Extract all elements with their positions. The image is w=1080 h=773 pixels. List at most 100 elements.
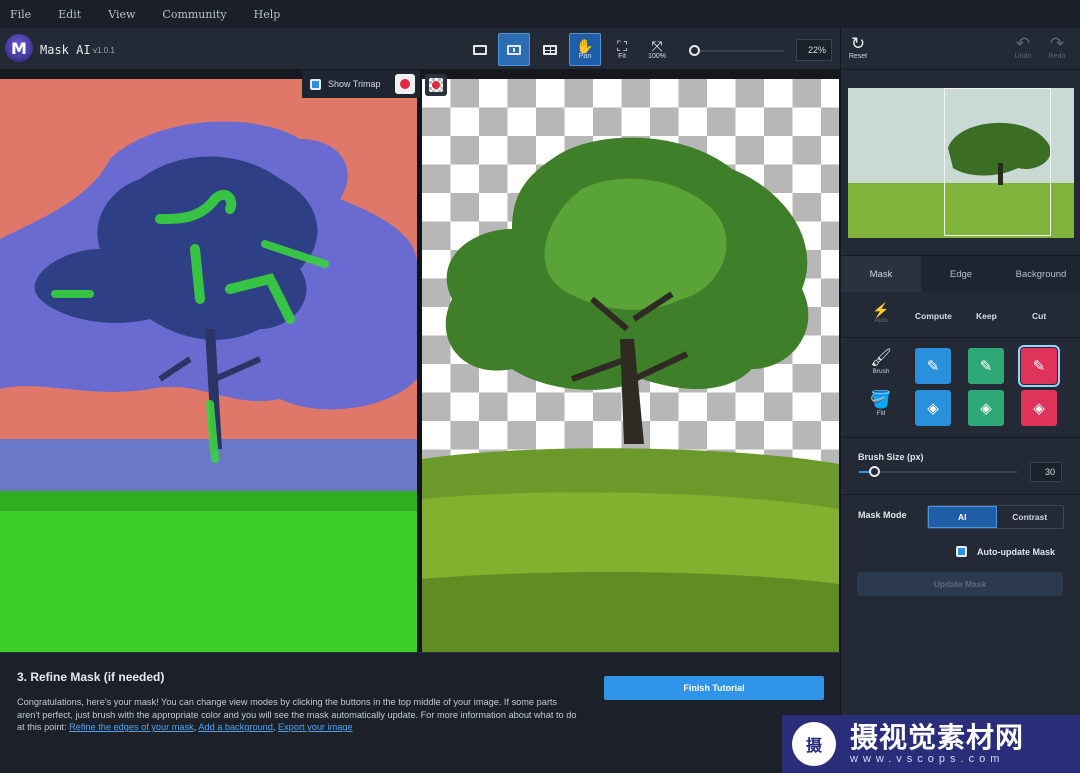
trimap-color-button[interactable] [395, 74, 415, 94]
brush-compute-button[interactable]: ✎ [915, 348, 951, 384]
view-grid-button[interactable] [534, 33, 566, 66]
sidebar-divider [841, 437, 1080, 438]
masked-tree-image [422, 137, 839, 652]
keep-label: Keep [976, 311, 997, 321]
fit-button[interactable]: ⛶ Fit [606, 33, 638, 66]
expand-icon: ⤧ [651, 38, 663, 54]
pan-button[interactable]: ✋ Pan [569, 33, 601, 66]
split-view-icon [507, 44, 521, 55]
brush-cut-button[interactable]: ✎ [1018, 345, 1060, 387]
brush-compute-icon: ✎ [926, 358, 940, 375]
show-trimap-label: Show Trimap [328, 79, 381, 89]
viewport-frame[interactable] [944, 88, 1051, 236]
hand-icon: ✋ [576, 38, 594, 54]
menu-community[interactable]: Community [162, 8, 226, 21]
brush-icon: 🖌 [870, 348, 892, 367]
zoom-slider-track[interactable] [692, 50, 784, 52]
fill-keep-button[interactable]: ◈ [968, 390, 1004, 426]
fill-compute-icon: ◈ [927, 400, 939, 417]
brush-size-slider-handle[interactable] [869, 466, 880, 477]
navigator-preview[interactable] [848, 88, 1074, 238]
sidebar-divider [841, 494, 1080, 495]
single-view-icon [473, 44, 487, 55]
show-trimap-checkbox[interactable] [310, 78, 321, 90]
sidebar-divider [841, 337, 1080, 338]
menu-view[interactable]: View [108, 8, 135, 21]
menu-file[interactable]: File [10, 8, 31, 21]
brush-cut-icon: ✎ [1032, 358, 1046, 375]
brush-keep-icon: ✎ [979, 358, 993, 375]
image-canvas[interactable] [0, 70, 840, 652]
reset-button[interactable]: ↻ Reset [843, 34, 873, 61]
undo-button[interactable]: ↶ Undo [1008, 35, 1038, 61]
reset-icon: ↻ [850, 34, 866, 53]
lightning-icon: ⚡ [872, 302, 890, 318]
view-single-button[interactable] [464, 33, 496, 66]
redo-icon: ↷ [1049, 34, 1065, 53]
trimap-view[interactable] [0, 79, 417, 652]
tab-edge[interactable]: Edge [921, 256, 1001, 292]
watermark-title: 摄视觉素材网 [850, 722, 1025, 753]
auto-button[interactable]: ⚡ Auto [871, 303, 891, 324]
result-view[interactable] [422, 79, 839, 652]
fill-bucket-icon: 🪣 [870, 390, 892, 409]
app-logo: M [5, 34, 33, 62]
cut-label: Cut [1032, 311, 1047, 321]
menu-edit[interactable]: Edit [58, 8, 81, 21]
add-background-link[interactable]: Add a background [198, 722, 273, 732]
fill-cut-button[interactable]: ◈ [1021, 390, 1057, 426]
overlay-style-button[interactable] [425, 74, 447, 96]
reset-label: Reset [848, 53, 868, 60]
auto-update-label: Auto-update Mask [977, 546, 1056, 557]
menu-help[interactable]: Help [254, 8, 281, 21]
fill-tool-row: 🪣 Fill ◈ ◈ ◈ [841, 388, 1080, 428]
history-toolbar: ↻ Reset ↶ Undo ↷ Redo [840, 28, 1080, 70]
actual-size-button[interactable]: ⤧ 100% [641, 33, 673, 66]
brush-size-label: Brush Size (px) [858, 452, 924, 462]
mask-mode-label: Mask Mode [858, 510, 907, 520]
mask-mode-ai[interactable]: AI [928, 506, 997, 528]
watermark-banner: 摄 摄视觉素材网 www.vscops.com [782, 715, 1080, 773]
watermark-url: www.vscops.com [850, 753, 1005, 765]
menu-bar: File Edit View Community Help [0, 0, 1080, 28]
auto-update-toggle[interactable]: Auto-update Mask [956, 546, 1055, 557]
brush-keep-button[interactable]: ✎ [968, 348, 1004, 384]
redo-button[interactable]: ↷ Redo [1042, 34, 1072, 61]
tab-background[interactable]: Background [1001, 256, 1080, 292]
checker-icon [429, 78, 443, 92]
fill-label: Fill [876, 410, 886, 417]
mask-mode-contrast[interactable]: Contrast [997, 506, 1064, 528]
zoom-slider-handle[interactable] [689, 45, 700, 56]
show-trimap-toggle[interactable]: Show Trimap [302, 70, 420, 98]
tutorial-title: 3. Refine Mask (if needed) [17, 670, 165, 684]
auto-update-checkbox[interactable] [956, 546, 967, 557]
grid-view-icon [543, 44, 557, 55]
tutorial-panel: 3. Refine Mask (if needed) Congratulatio… [0, 652, 840, 773]
brush-size-slider-track[interactable] [859, 471, 1017, 473]
pan-label: Pan [578, 53, 592, 60]
brush-label: Brush [872, 368, 890, 375]
mask-mode-toggle: AI Contrast [927, 505, 1064, 529]
export-image-link[interactable]: Export your image [278, 722, 353, 732]
main-toolbar: M Mask AI v1.0.1 ✋ Pan ⛶ Fit ⤧ 100% [0, 28, 840, 70]
refine-edges-link[interactable]: Refine the edges of your mask [69, 722, 194, 732]
brush-tool-label: 🖌 Brush [868, 348, 894, 375]
watermark-text-block: 摄视觉素材网 www.vscops.com [850, 722, 1025, 766]
fill-compute-button[interactable]: ◈ [915, 390, 951, 426]
mask-mode-header: ⚡ Auto Compute Keep Cut [841, 295, 1080, 335]
right-sidebar: Mask Edge Background ⚡ Auto Compute Keep… [840, 70, 1080, 773]
actual-size-label: 100% [648, 53, 666, 60]
view-split-button[interactable] [498, 33, 530, 66]
redo-label: Redo [1048, 53, 1066, 60]
update-mask-button[interactable]: Update Mask [857, 572, 1063, 596]
brush-size-input[interactable]: 30 [1030, 462, 1062, 482]
tab-mask[interactable]: Mask [841, 256, 921, 292]
finish-tutorial-button[interactable]: Finish Tutorial [604, 676, 824, 700]
undo-label: Undo [1014, 53, 1032, 60]
trimap-image [0, 79, 417, 652]
auto-label: Auto [874, 317, 888, 324]
tutorial-body: Congratulations, here's your mask! You c… [17, 697, 577, 732]
fit-label: Fit [618, 53, 626, 60]
fill-cut-icon: ◈ [1033, 400, 1045, 417]
zoom-value[interactable]: 22% [796, 39, 832, 61]
